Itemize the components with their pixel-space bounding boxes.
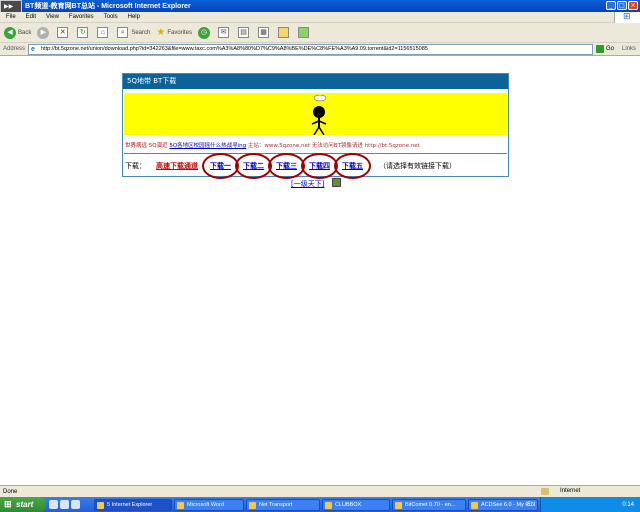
system-tray: EN 0:14 [527, 497, 640, 512]
edit-icon: ▦ [258, 27, 270, 38]
fast-download-link[interactable]: 高速下载通道 [156, 161, 198, 171]
refresh-icon: ↻ [77, 27, 89, 38]
mail-icon: ✉ [218, 27, 230, 38]
history-button[interactable]: ◷ [198, 26, 212, 39]
download-row: 下载： 高速下载通道 下载一 下载二 下载三 下载四 下载五 （请选择有效链接下… [125, 153, 508, 179]
history-icon: ◷ [198, 26, 211, 39]
stop-icon: ✕ [57, 27, 69, 38]
quicklaunch-icon[interactable] [49, 500, 58, 509]
download-panel: 5Q地带 BT下载 世界病远 5Q演近 5Q各地区校园摇什么热战寻ing 主站：… [122, 73, 509, 179]
download-label: 下载： [125, 162, 146, 170]
download-link-2[interactable]: 下载二 [235, 153, 272, 179]
home-button[interactable]: ⌂ [97, 27, 111, 38]
download-link-4[interactable]: 下载四 [301, 153, 338, 179]
address-bar: Address http://bt.5qzone.net/union/downl… [0, 43, 640, 56]
favorites-label: Favorites [167, 29, 193, 36]
menu-favorites[interactable]: Favorites [69, 14, 94, 20]
info-text-1: 世界病远 5Q演近 [125, 143, 168, 149]
security-zone: Internet [560, 488, 581, 494]
search-icon: ⌕ [117, 27, 129, 38]
go-button[interactable]: Go [596, 45, 614, 53]
favorites-button[interactable]: ★ Favorites [156, 27, 192, 38]
links-toolbar[interactable]: Links [622, 46, 636, 52]
title-bar: BT频道-教育网BT总站 - Microsoft Internet Explor… [0, 0, 640, 14]
print-icon: ▤ [238, 27, 250, 38]
toolbar: ◀ Back ▶ ✕ ↻ ⌂ ⌕ Search ★ Favorites ◷ ✉ … [0, 23, 640, 43]
back-label: Back [18, 29, 32, 36]
panel-header: 5Q地带 BT下载 [123, 74, 508, 89]
clock: 0:14 [622, 501, 634, 508]
search-button[interactable]: ⌕ Search [117, 27, 150, 38]
task-clubbox[interactable]: CLUBBOX [322, 498, 390, 511]
download-hint: （请选择有效链接下载） [379, 162, 456, 170]
quicklaunch-icon[interactable] [60, 500, 69, 509]
mail-button[interactable]: ✉ [218, 27, 232, 38]
oneclick-link[interactable]: [一级天下] [291, 179, 324, 189]
back-arrow-icon: ◀ [4, 26, 16, 39]
banner-image [124, 93, 507, 135]
download-link-3[interactable]: 下载三 [268, 153, 305, 179]
folder-button[interactable] [278, 27, 292, 38]
address-label: Address [3, 46, 26, 52]
download-link-5[interactable]: 下载五 [334, 153, 371, 179]
lock-icon [541, 488, 549, 495]
edit-button[interactable]: ▦ [258, 27, 272, 38]
menu-edit[interactable]: Edit [26, 14, 36, 20]
go-label: Go [606, 46, 615, 52]
print-button[interactable]: ▤ [238, 27, 252, 38]
search-label: Search [131, 29, 151, 36]
address-input[interactable]: http://bt.5qzone.net/union/download.php?… [28, 43, 594, 55]
stick-figure-icon [311, 95, 327, 135]
star-icon: ★ [156, 27, 166, 38]
task-bitcomet[interactable]: BitComet 0.70 - en... [392, 498, 466, 511]
task-net-transport[interactable]: Net Transport [246, 498, 320, 511]
go-arrow-icon [596, 45, 605, 53]
forward-button[interactable]: ▶ [37, 26, 51, 39]
menu-help[interactable]: Help [128, 14, 140, 20]
stop-button[interactable]: ✕ [57, 27, 71, 38]
campus-link[interactable]: 5Q各地区校园摇什么热战寻ing [169, 143, 246, 149]
language-indicator[interactable]: EN [527, 502, 535, 508]
close-button[interactable]: × [628, 1, 638, 10]
forward-arrow-icon: ▶ [37, 26, 50, 39]
home-icon: ⌂ [97, 27, 109, 38]
start-button[interactable]: start [0, 497, 46, 512]
folder-icon [278, 27, 290, 38]
back-button[interactable]: ◀ Back [4, 26, 32, 39]
page-content: 5Q地带 BT下载 世界病远 5Q演近 5Q各地区校园摇什么热战寻ing 主站：… [0, 57, 640, 485]
maximize-button[interactable]: □ [617, 1, 627, 10]
window-title: BT频道-教育网BT总站 - Microsoft Internet Explor… [25, 3, 191, 10]
menu-file[interactable]: File [6, 14, 16, 20]
task-ie[interactable]: 5 Internet Explorer [94, 498, 172, 511]
image-icon [332, 178, 341, 187]
messenger-button[interactable] [298, 27, 312, 38]
taskbar: start 5 Internet Explorer Microsoft Word… [0, 497, 640, 512]
quick-launch [46, 497, 94, 512]
quicklaunch-icon[interactable] [71, 500, 80, 509]
status-text: Done [3, 488, 18, 495]
windows-logo-icon [614, 12, 640, 23]
window-controls: _ □ × [606, 1, 638, 10]
messenger-icon [298, 27, 310, 38]
task-word[interactable]: Microsoft Word [174, 498, 244, 511]
menu-view[interactable]: View [46, 14, 59, 20]
info-row: 世界病远 5Q演近 5Q各地区校园摇什么热战寻ing 主站：www.5qzone… [125, 141, 505, 149]
mirror-link[interactable]: http://bt.5qzone.net [365, 143, 420, 149]
menu-tools[interactable]: Tools [104, 14, 118, 20]
refresh-button[interactable]: ↻ [77, 27, 91, 38]
download-link-1[interactable]: 下载一 [202, 153, 239, 179]
menu-bar: File Edit View Favorites Tools Help [0, 12, 640, 23]
status-bar: Done Internet [0, 485, 640, 497]
minimize-button[interactable]: _ [606, 1, 616, 10]
info-text-2: 主站：www.5qzone.net 无法访问BT镜像请进 [247, 143, 363, 149]
